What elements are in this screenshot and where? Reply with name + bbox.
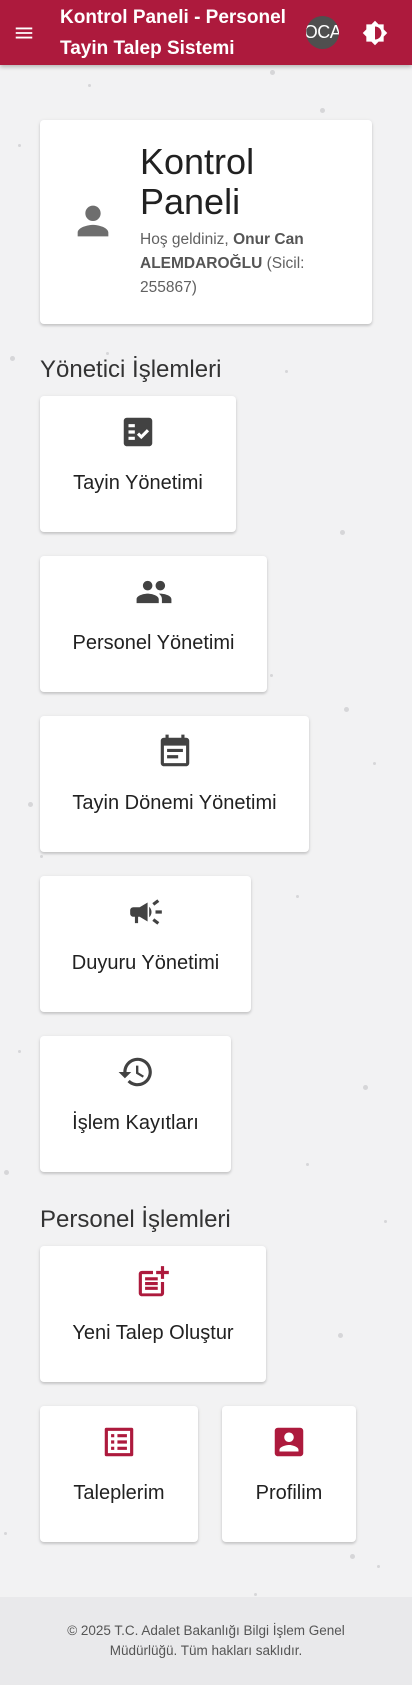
person-icon — [70, 198, 116, 249]
announcement-management-card[interactable]: Duyuru Yönetimi — [40, 876, 251, 1012]
list-icon — [100, 1424, 138, 1460]
greeting-text: Hoş geldiniz, — [140, 231, 229, 248]
app-bar: Kontrol Paneli - Personel Tayin Talep Si… — [0, 0, 412, 65]
new-request-card[interactable]: Yeni Talep Oluştur — [40, 1246, 266, 1382]
tile-label: Tayin Dönemi Yönetimi — [72, 792, 277, 814]
tile-label: Yeni Talep Oluştur — [72, 1322, 234, 1344]
menu-button[interactable] — [0, 0, 48, 65]
people-icon — [135, 574, 173, 610]
tile-label: Taleplerim — [73, 1482, 165, 1504]
tile-label: Profilim — [255, 1482, 323, 1504]
copyright-text: © 2025 T.C. Adalet Bakanlığı Bilgi İşlem… — [67, 1623, 345, 1658]
user-avatar-button[interactable]: OCA — [306, 16, 339, 49]
my-profile-card[interactable]: Profilim — [222, 1406, 356, 1542]
menu-icon — [15, 27, 33, 38]
activity-log-card[interactable]: İşlem Kayıtları — [40, 1036, 231, 1172]
megaphone-icon — [127, 894, 165, 930]
app-title: Kontrol Paneli - Personel Tayin Talep Si… — [60, 6, 286, 59]
my-requests-card[interactable]: Taleplerim — [40, 1406, 198, 1542]
tile-label: Tayin Yönetimi — [73, 472, 203, 494]
footer: © 2025 T.C. Adalet Bakanlığı Bilgi İşlem… — [0, 1597, 412, 1685]
personnel-management-card[interactable]: Personel Yönetimi — [40, 556, 267, 692]
checklist-icon — [119, 414, 157, 450]
brightness-icon — [362, 20, 388, 46]
admin-section-title: Yönetici İşlemleri — [40, 356, 222, 383]
account-box-icon — [270, 1424, 308, 1460]
welcome-text: Hoş geldiniz, Onur Can ALEMDAROĞLU (Sici… — [140, 228, 350, 300]
post-add-icon — [134, 1264, 172, 1300]
welcome-card: Kontrol Paneli Hoş geldiniz, Onur Can AL… — [40, 120, 372, 324]
calendar-icon — [156, 734, 194, 770]
theme-toggle-button[interactable] — [360, 18, 390, 48]
tayin-management-card[interactable]: Tayin Yönetimi — [40, 396, 236, 532]
page-title: Kontrol Paneli — [140, 141, 255, 222]
tile-label: Personel Yönetimi — [72, 632, 235, 654]
tile-label: Duyuru Yönetimi — [71, 952, 220, 974]
personnel-section-title: Personel İşlemleri — [40, 1206, 231, 1233]
history-icon — [117, 1054, 155, 1090]
tayin-period-management-card[interactable]: Tayin Dönemi Yönetimi — [40, 716, 309, 852]
tile-label: İşlem Kayıtları — [72, 1112, 199, 1134]
